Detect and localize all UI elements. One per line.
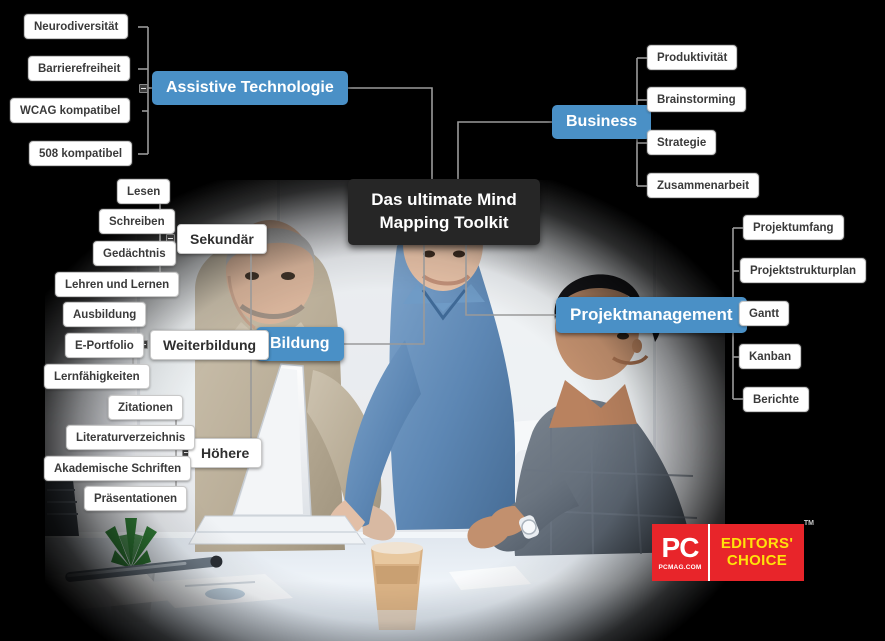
leaf-projektumfang[interactable]: Projektumfang	[743, 215, 844, 240]
leaf-zitationen[interactable]: Zitationen	[108, 395, 183, 420]
branch-bildung[interactable]: Bildung	[256, 327, 344, 361]
root-line-1: Das ultimate Mind	[371, 190, 517, 209]
group-sekundaer[interactable]: Sekundär	[177, 224, 267, 254]
leaf-lehren-und-lernen[interactable]: Lehren und Lernen	[55, 272, 180, 297]
leaf-lernfaehigkeiten[interactable]: Lernfähigkeiten	[44, 364, 150, 389]
trademark-symbol: TM	[803, 520, 814, 527]
leaf-508-kompatibel[interactable]: 508 kompatibel	[29, 141, 133, 166]
root-node[interactable]: Das ultimate Mind Mapping Toolkit	[348, 179, 540, 245]
leaf-gantt[interactable]: Gantt	[739, 301, 790, 326]
leaf-berichte[interactable]: Berichte	[743, 387, 810, 412]
group-hoehere[interactable]: Höhere	[188, 438, 263, 468]
leaf-lesen[interactable]: Lesen	[117, 179, 171, 204]
leaf-praesentationen[interactable]: Präsentationen	[84, 486, 188, 511]
branch-assistive-technologie[interactable]: Assistive Technologie	[152, 71, 348, 105]
leaf-wcag-kompatibel[interactable]: WCAG kompatibel	[10, 98, 131, 123]
leaf-kanban[interactable]: Kanban	[739, 344, 802, 369]
root-line-2: Mapping Toolkit	[379, 212, 509, 232]
leaf-gedaechtnis[interactable]: Gedächtnis	[93, 241, 176, 266]
leaf-akademische-schriften[interactable]: Akademische Schriften	[44, 456, 192, 481]
pcmag-logo-block: PC PCMAG.COM	[652, 524, 710, 581]
editors-choice-line-2: CHOICE	[726, 551, 788, 569]
branch-business[interactable]: Business	[552, 105, 652, 139]
leaf-produktivitaet[interactable]: Produktivität	[647, 45, 738, 70]
editors-choice-block: EDITORS' CHOICE TM	[710, 520, 814, 581]
leaf-brainstorming[interactable]: Brainstorming	[647, 87, 746, 112]
leaf-schreiben[interactable]: Schreiben	[99, 209, 175, 234]
pcmag-editors-choice-badge: PC PCMAG.COM EDITORS' CHOICE TM	[652, 520, 814, 581]
leaf-strategie[interactable]: Strategie	[647, 130, 717, 155]
leaf-barrierefreiheit[interactable]: Barrierefreiheit	[28, 56, 131, 81]
leaf-literaturverzeichnis[interactable]: Literaturverzeichnis	[66, 425, 196, 450]
mindmap-canvas: Das ultimate Mind Mapping Toolkit Assist…	[0, 0, 885, 641]
branch-projektmanagement[interactable]: Projektmanagement	[556, 297, 747, 333]
pcmag-url-text: PCMAG.COM	[658, 564, 702, 571]
leaf-projektstrukturplan[interactable]: Projektstrukturplan	[740, 258, 867, 283]
leaf-e-portfolio[interactable]: E-Portfolio	[65, 333, 144, 358]
leaf-ausbildung[interactable]: Ausbildung	[63, 302, 147, 327]
editors-choice-line-1: EDITORS'	[720, 535, 794, 553]
collapse-handle-assistive-technologie[interactable]	[139, 84, 148, 93]
group-weiterbildung[interactable]: Weiterbildung	[150, 330, 270, 360]
pcmag-logo-text: PC	[661, 532, 700, 563]
leaf-neurodiversitaet[interactable]: Neurodiversität	[24, 14, 129, 39]
leaf-zusammenarbeit[interactable]: Zusammenarbeit	[647, 173, 760, 198]
